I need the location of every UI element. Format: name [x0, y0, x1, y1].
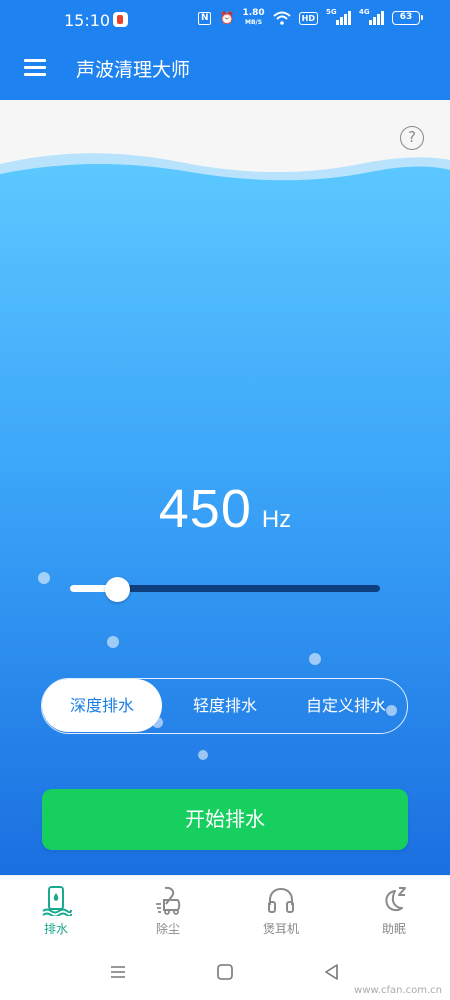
network-speed: 1.80 MB/S	[242, 9, 264, 27]
headphones-icon	[268, 887, 294, 913]
moon-sleep-icon	[385, 887, 406, 912]
nav-item-sleep[interactable]: 助眠	[338, 876, 450, 946]
nav-item-dust[interactable]: 除尘	[112, 876, 224, 946]
bubble	[198, 750, 208, 760]
mode-option-2[interactable]: 自定义排水	[286, 679, 406, 732]
wifi-icon	[272, 11, 291, 25]
bubble	[107, 636, 119, 648]
signal-5g-icon: 5G	[326, 8, 351, 25]
bottom-nav: 排水 除尘 煲耳机 助眠	[0, 875, 450, 945]
status-bar: 15:10 N ⏰ 1.80 MB/S HD 5G 4G 63	[0, 0, 450, 40]
drain-phone-icon	[42, 886, 72, 916]
watermark: www.cfan.com.cn	[354, 985, 442, 996]
status-icons: N ⏰ 1.80 MB/S HD 5G 4G 63	[197, 8, 423, 27]
mode-option-1[interactable]: 轻度排水	[163, 679, 287, 732]
slider-thumb[interactable]	[105, 577, 130, 602]
vacuum-icon	[156, 886, 181, 915]
nav-label-headphones: 煲耳机	[262, 922, 299, 936]
frequency-unit: Hz	[261, 506, 292, 533]
frequency-slider[interactable]	[70, 577, 380, 602]
nav-item-drain[interactable]: 排水	[0, 876, 112, 946]
hamburger-menu-icon[interactable]	[24, 58, 46, 76]
start-drain-button[interactable]: 开始排水	[42, 789, 408, 850]
nav-label-dust: 除尘	[155, 922, 180, 936]
network-speed-unit: MB/S	[245, 19, 263, 26]
app-title: 声波清理大师	[76, 59, 191, 81]
battery-icon: 63	[392, 11, 423, 25]
frequency-readout: 450 Hz	[0, 478, 450, 540]
app-bar: 声波清理大师	[0, 40, 450, 100]
notification-app-icon	[113, 12, 128, 27]
nav-label-drain: 排水	[43, 922, 68, 936]
back-icon[interactable]	[322, 962, 342, 982]
nfc-icon: N	[197, 11, 212, 25]
signal-4g-icon: 4G	[359, 8, 384, 25]
system-navigation-bar: www.cfan.com.cn	[0, 945, 450, 1000]
status-time: 15:10	[64, 11, 111, 30]
frequency-value: 450	[158, 479, 252, 539]
nav-label-sleep: 助眠	[381, 922, 406, 936]
signal-4g-label: 4G	[359, 8, 370, 16]
home-icon[interactable]	[215, 962, 235, 982]
bubble	[309, 653, 321, 665]
alarm-icon: ⏰	[219, 11, 235, 25]
mode-option-0[interactable]: 深度排水	[42, 679, 162, 732]
help-icon[interactable]: ?	[400, 126, 424, 150]
nav-item-headphones[interactable]: 煲耳机	[225, 876, 337, 946]
network-speed-value: 1.80	[242, 8, 265, 18]
signal-5g-label: 5G	[326, 8, 337, 16]
drain-mode-toggle: 深度排水 轻度排水 自定义排水	[41, 678, 408, 734]
hd-voice-badge: HD	[298, 11, 318, 25]
recent-apps-icon[interactable]	[108, 962, 128, 982]
bubble	[38, 572, 50, 584]
